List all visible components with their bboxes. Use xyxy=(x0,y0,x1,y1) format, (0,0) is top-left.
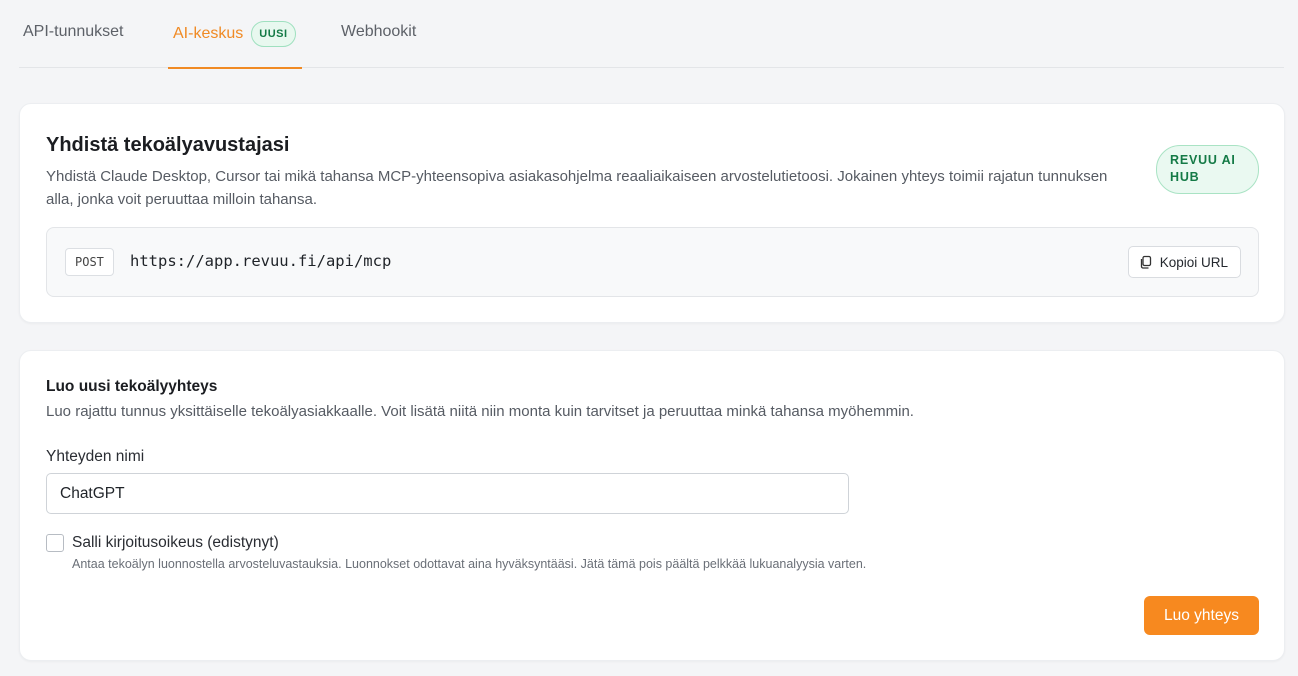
card-title: Yhdistä tekoälyavustajasi xyxy=(46,134,290,156)
http-method-badge: POST xyxy=(65,248,114,276)
tab-api-tokens[interactable]: API-tunnukset xyxy=(23,0,124,66)
create-connection-button[interactable]: Luo yhteys xyxy=(1144,596,1259,635)
card-description: Yhdistä Claude Desktop, Cursor tai mikä … xyxy=(46,168,1108,208)
write-access-checkbox[interactable] xyxy=(46,534,64,552)
connect-assistant-card: Yhdistä tekoälyavustajasi Yhdistä Claude… xyxy=(19,103,1285,323)
connection-name-input[interactable] xyxy=(46,473,849,514)
tab-label: AI-keskus xyxy=(173,25,244,42)
write-access-label[interactable]: Salli kirjoitusoikeus (edistynyt) xyxy=(72,534,279,552)
new-badge: UUSI xyxy=(251,21,296,47)
endpoint-url: https://app.revuu.fi/api/mcp xyxy=(130,252,392,270)
endpoint-box: POST https://app.revuu.fi/api/mcp Kopioi… xyxy=(46,227,1259,297)
card-title: Luo uusi tekoälyyhteys xyxy=(46,378,218,395)
tab-label: Webhookit xyxy=(341,23,417,40)
ai-hub-badge: REVUU AI HUB xyxy=(1156,145,1259,194)
create-connection-card: Luo uusi tekoälyyhteys Luo rajattu tunnu… xyxy=(19,350,1285,661)
tab-bar: API-tunnukset AI-keskus UUSI Webhookit xyxy=(19,0,1284,69)
tab-label: API-tunnukset xyxy=(23,23,124,40)
tab-ai-hub[interactable]: AI-keskus UUSI xyxy=(168,0,302,69)
connection-name-label: Yhteyden nimi xyxy=(46,448,145,465)
copy-url-button[interactable]: Kopioi URL xyxy=(1127,246,1241,278)
write-access-help-text: Antaa tekoälyn luonnostella arvosteluvas… xyxy=(72,557,867,571)
copy-url-label: Kopioi URL xyxy=(1159,254,1228,270)
tab-webhooks[interactable]: Webhookit xyxy=(341,0,416,66)
copy-icon xyxy=(1139,255,1153,269)
card-description: Luo rajattu tunnus yksittäiselle tekoäly… xyxy=(46,403,914,420)
